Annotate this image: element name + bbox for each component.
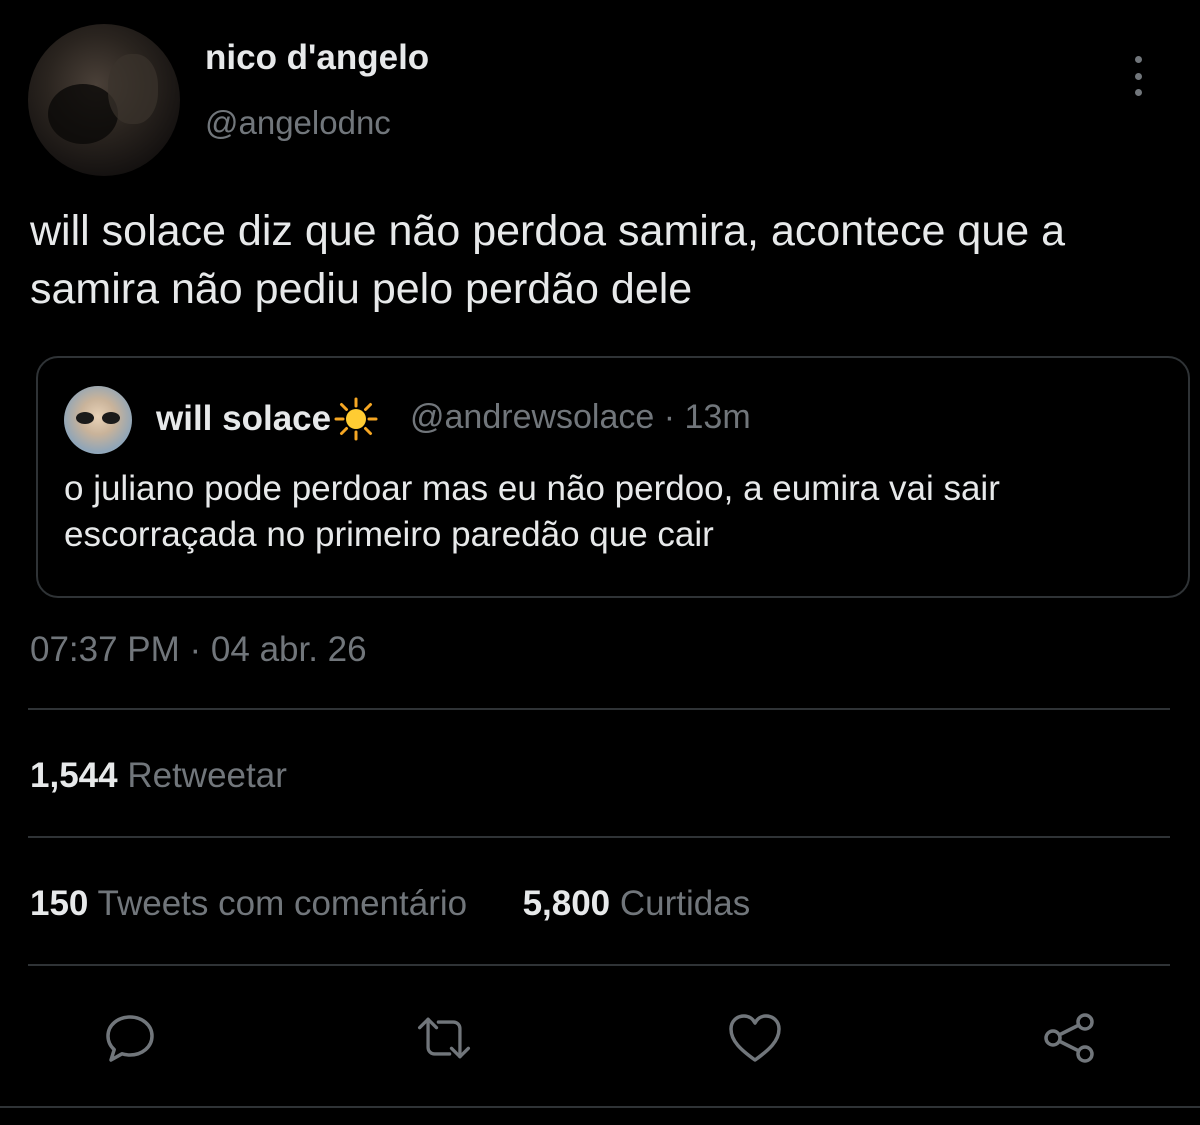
more-options-icon[interactable] bbox=[1128, 56, 1148, 96]
retweet-icon[interactable] bbox=[414, 1008, 474, 1068]
quoted-text: o juliano pode perdoar mas eu não perdoo… bbox=[64, 469, 1000, 554]
quoted-avatar bbox=[64, 386, 132, 454]
engagement-stats: 150 Tweets com comentário 5,800 Curtidas bbox=[30, 884, 750, 924]
tweet-timestamp[interactable]: 07:37 PM · 04 abr. 26 bbox=[30, 630, 367, 670]
likes-label: Curtidas bbox=[619, 884, 751, 923]
quoted-tweet[interactable]: will solace @andrewsolace · 13m o julian… bbox=[36, 356, 1190, 598]
quote-count: 150 bbox=[30, 884, 89, 923]
quoted-display-name: will solace bbox=[156, 399, 332, 438]
author-handle[interactable]: @angelodnc bbox=[205, 104, 391, 142]
retweet-count: 1,544 bbox=[30, 756, 118, 795]
action-bar bbox=[0, 1008, 1200, 1068]
quoted-handle-time[interactable]: @andrewsolace · 13m bbox=[410, 398, 751, 437]
bottom-divider bbox=[0, 1106, 1200, 1108]
quote-label: Tweets com comentário bbox=[97, 884, 468, 923]
tweet-text: will solace diz que não perdoa samira, a… bbox=[30, 207, 1066, 313]
retweet-stats[interactable]: 1,544 Retweetar bbox=[30, 756, 287, 796]
retweet-label: Retweetar bbox=[127, 756, 287, 795]
likes-stat[interactable]: 5,800 Curtidas bbox=[523, 884, 751, 923]
divider bbox=[28, 708, 1170, 710]
share-icon[interactable] bbox=[1040, 1008, 1100, 1068]
quote-tweets-stat[interactable]: 150 Tweets com comentário bbox=[30, 884, 477, 923]
reply-icon[interactable] bbox=[100, 1008, 160, 1068]
author-avatar[interactable] bbox=[28, 24, 180, 176]
like-icon[interactable] bbox=[725, 1008, 785, 1068]
quoted-display-name-row: will solace bbox=[156, 396, 379, 442]
divider bbox=[28, 836, 1170, 838]
divider bbox=[28, 964, 1170, 966]
likes-count: 5,800 bbox=[522, 884, 611, 923]
sun-icon bbox=[334, 397, 378, 441]
author-display-name[interactable]: nico d'angelo bbox=[205, 38, 429, 78]
